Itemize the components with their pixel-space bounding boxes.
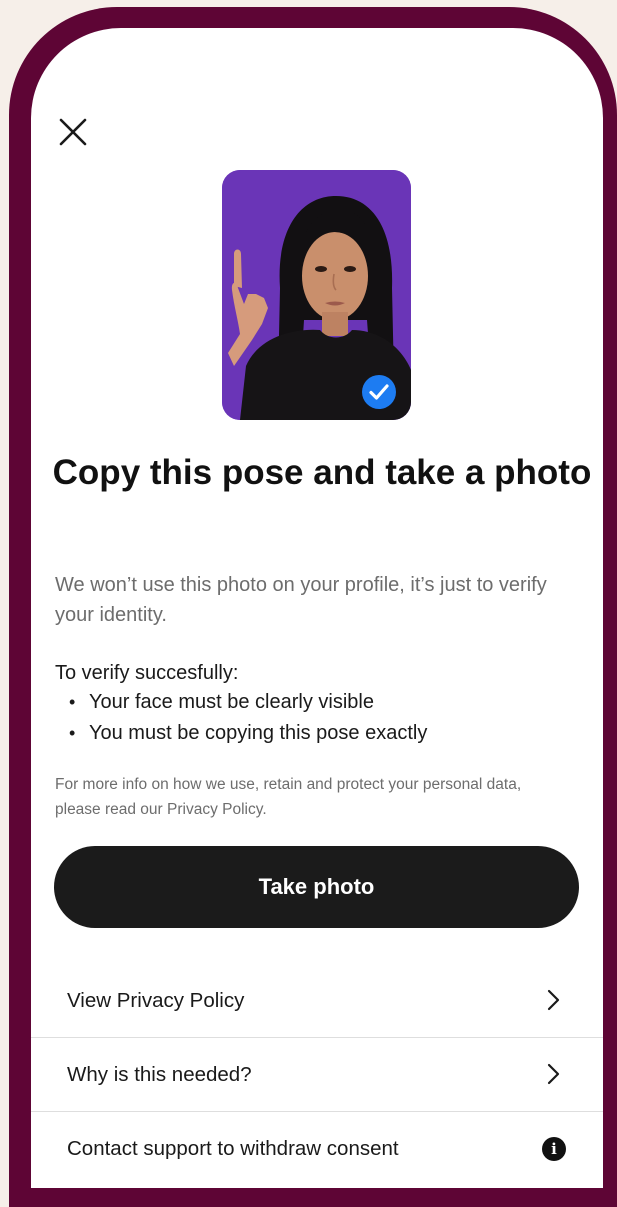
settings-menu: View Privacy Policy Why is this needed? … — [31, 964, 603, 1185]
page-title: Copy this pose and take a photo — [52, 453, 592, 492]
requirement-item: • Your face must be clearly visible — [69, 691, 374, 713]
requirements-heading: To verify succesfully: — [55, 662, 239, 684]
menu-item-why-needed[interactable]: Why is this needed? — [31, 1038, 603, 1112]
take-photo-button[interactable]: Take photo — [54, 846, 579, 928]
close-icon — [59, 118, 87, 146]
privacy-footnote: For more info on how we use, retain and … — [55, 776, 522, 818]
menu-item-label: Contact support to withdraw consent — [67, 1137, 399, 1160]
requirement-item: • You must be copying this pose exactly — [69, 722, 428, 744]
chevron-right-icon — [547, 989, 560, 1011]
requirements-list: • Your face must be clearly visible • You … — [69, 687, 427, 749]
menu-item-withdraw-consent[interactable]: Contact support to withdraw consent i — [31, 1112, 603, 1185]
pose-example-photo — [222, 170, 411, 420]
verification-screen: Copy this pose and take a photo We won’t… — [31, 28, 603, 1188]
menu-item-view-privacy-policy[interactable]: View Privacy Policy — [31, 964, 603, 1038]
menu-item-label: Why is this needed? — [67, 1063, 252, 1086]
chevron-right-icon — [547, 1063, 560, 1085]
check-badge-icon — [362, 375, 396, 409]
menu-item-label: View Privacy Policy — [67, 989, 245, 1012]
info-icon[interactable]: i — [542, 1137, 566, 1161]
identity-note: We won’t use this photo on your profile,… — [55, 574, 547, 626]
close-button[interactable] — [55, 114, 91, 150]
